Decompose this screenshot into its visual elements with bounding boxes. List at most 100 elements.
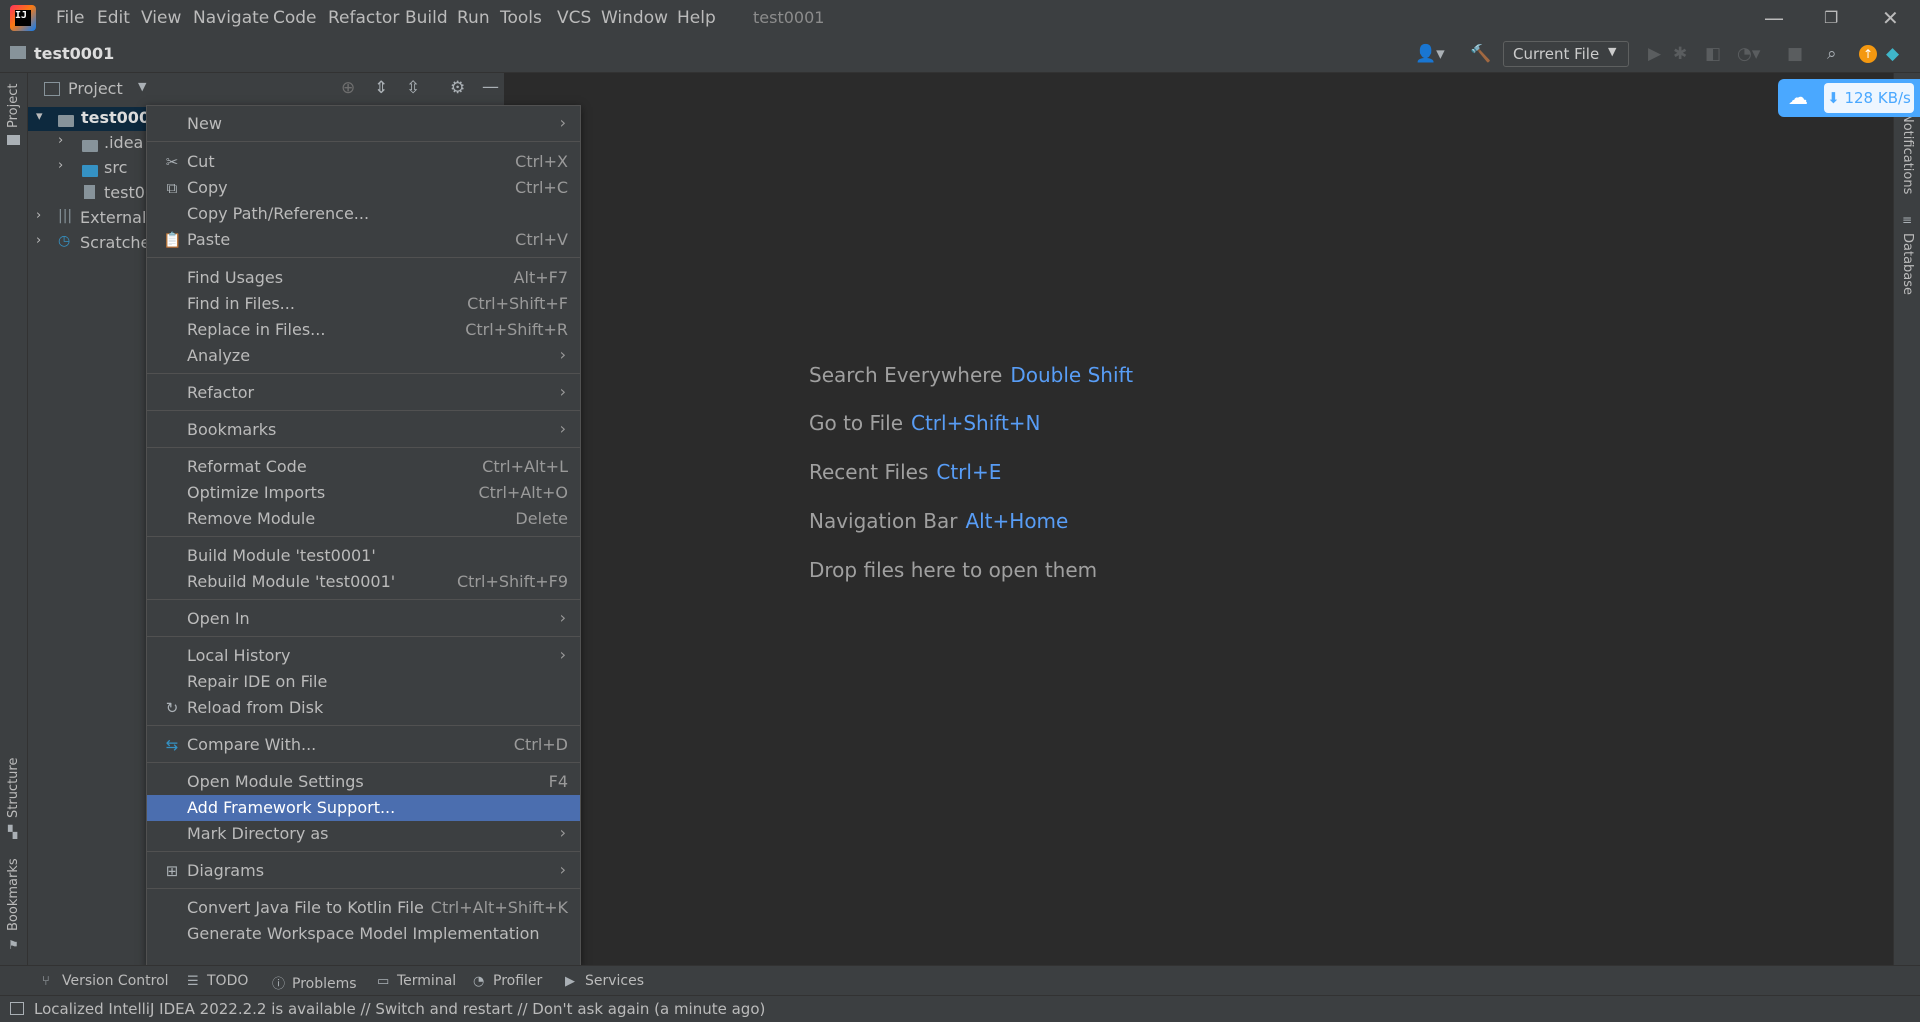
menu-item-analyze[interactable]: Analyze › [147, 343, 580, 369]
copy-icon: ⧉ [166, 179, 178, 197]
menu-navigate[interactable]: Navigate [193, 8, 269, 28]
user-icon[interactable]: 👤▾ [1415, 44, 1445, 64]
menu-item-remove-module[interactable]: Remove Module Delete [147, 506, 580, 532]
folder-icon [82, 139, 98, 152]
jetbrains-space-icon[interactable]: ◆ [1886, 44, 1899, 64]
tree-item-scratches[interactable]: › ◷ Scratches [28, 232, 159, 256]
chevron-right-icon: › [58, 133, 64, 148]
menu-item-diagrams[interactable]: ⊞ Diagrams › [147, 858, 580, 884]
menu-item-generate-workspace-model[interactable]: Generate Workspace Model Implementation [147, 921, 580, 947]
menu-refactor[interactable]: Refactor [328, 8, 399, 28]
menu-item-find-in-files[interactable]: Find in Files... Ctrl+Shift+F [147, 291, 580, 317]
structure-tool-tab[interactable]: Structure [6, 758, 21, 818]
menu-item-new[interactable]: New › [147, 111, 580, 137]
diagram-icon: ⊞ [165, 862, 179, 880]
library-icon: ||| [58, 208, 73, 224]
database-tool-tab[interactable]: Database [1900, 233, 1915, 295]
menu-item-copy[interactable]: ⧉ Copy Ctrl+C [147, 175, 580, 201]
search-icon[interactable]: ⌕ [1827, 44, 1837, 64]
iml-file-icon [84, 185, 95, 199]
download-speed-value: 128 KB/s [1844, 89, 1911, 107]
menu-item-open-module-settings[interactable]: Open Module Settings F4 [147, 769, 580, 795]
minimize-icon[interactable]: — [1764, 6, 1784, 30]
bookmarks-tool-tab[interactable]: Bookmarks [6, 858, 21, 931]
project-tool-tab[interactable]: Project [6, 84, 21, 128]
menu-item-build-module[interactable]: Build Module 'test0001' [147, 543, 580, 569]
menu-item-paste[interactable]: 📋 Paste Ctrl+V [147, 227, 580, 253]
menu-item-repair-ide[interactable]: Repair IDE on File [147, 669, 580, 695]
menu-tools[interactable]: Tools [500, 8, 542, 28]
menu-build[interactable]: Build [405, 8, 448, 28]
build-hammer-icon[interactable]: 🔨 [1470, 44, 1491, 64]
menu-code[interactable]: Code [273, 8, 317, 28]
coverage-icon[interactable]: ◧ [1705, 44, 1721, 64]
submenu-arrow-icon: › [559, 823, 566, 842]
project-panel-title[interactable]: Project [68, 79, 123, 98]
menu-window[interactable]: Window [601, 8, 668, 28]
download-speed-badge[interactable]: ☁ ⬇ 128 KB/s [1778, 79, 1920, 117]
gear-icon[interactable]: ⚙ [450, 78, 465, 98]
profiler-icon: ◔ [473, 974, 485, 989]
status-message[interactable]: Localized IntelliJ IDEA 2022.2.2 is avai… [34, 1000, 765, 1018]
menu-item-cut[interactable]: ✂ Cut Ctrl+X [147, 149, 580, 175]
menu-run[interactable]: Run [457, 8, 490, 28]
update-icon[interactable]: ↑ [1859, 45, 1877, 63]
status-toggle-icon[interactable] [10, 1002, 24, 1015]
notifications-tool-tab[interactable]: Notifications [1900, 113, 1915, 194]
menu-view[interactable]: View [141, 8, 181, 28]
debug-icon[interactable]: ✱ [1673, 44, 1687, 64]
tree-item-external-libraries[interactable]: › ||| External L [28, 207, 160, 231]
project-panel-header: Project ▼ ⊕ ⇕ ⇳ ⚙ — [28, 73, 504, 105]
submenu-arrow-icon: › [559, 419, 566, 438]
window-title: test0001 [753, 8, 825, 27]
tab-profiler[interactable]: ◔ Profiler [473, 973, 542, 989]
tree-item-src[interactable]: › src [28, 157, 148, 181]
tab-todo[interactable]: ☰ TODO [187, 973, 248, 989]
tab-version-control[interactable]: ⑂ Version Control [42, 973, 169, 989]
status-bar: Localized IntelliJ IDEA 2022.2.2 is avai… [0, 995, 1920, 1022]
menu-item-reload-from-disk[interactable]: ↻ Reload from Disk [147, 695, 580, 721]
menu-item-mark-directory-as[interactable]: Mark Directory as › [147, 821, 580, 847]
expand-all-icon[interactable]: ⇕ [374, 78, 388, 98]
menu-item-open-in[interactable]: Open In › [147, 606, 580, 632]
run-config-dropdown[interactable]: Current File ▼ [1503, 41, 1629, 67]
menu-item-find-usages[interactable]: Find Usages Alt+F7 [147, 265, 580, 291]
menu-item-refactor[interactable]: Refactor › [147, 380, 580, 406]
locate-file-icon[interactable]: ⊕ [341, 78, 355, 98]
profile-icon[interactable]: ◔▾ [1737, 44, 1760, 64]
menu-item-reformat-code[interactable]: Reformat Code Ctrl+Alt+L [147, 454, 580, 480]
project-view-chevron-icon[interactable]: ▼ [138, 80, 146, 93]
menu-item-optimize-imports[interactable]: Optimize Imports Ctrl+Alt+O [147, 480, 580, 506]
menu-item-replace-in-files[interactable]: Replace in Files... Ctrl+Shift+R [147, 317, 580, 343]
menu-file[interactable]: File [56, 8, 84, 28]
run-icon[interactable]: ▶ [1648, 44, 1661, 64]
hint-navigation-bar: Navigation Bar Alt+Home [809, 509, 1068, 533]
menu-item-convert-to-kotlin[interactable]: Convert Java File to Kotlin File Ctrl+Alt… [147, 895, 580, 921]
menu-vcs[interactable]: VCS [557, 8, 591, 28]
tree-item-iml[interactable]: test00 [28, 182, 155, 206]
right-tool-stripe: Notifications ≡ Database [1893, 73, 1920, 965]
stop-icon[interactable]: ■ [1787, 44, 1803, 64]
menu-edit[interactable]: Edit [97, 8, 130, 28]
collapse-all-icon[interactable]: ⇳ [406, 78, 420, 98]
menu-item-local-history[interactable]: Local History › [147, 643, 580, 669]
menu-item-bookmarks[interactable]: Bookmarks › [147, 417, 580, 443]
restore-icon[interactable]: ❐ [1824, 8, 1838, 27]
hide-panel-icon[interactable]: — [482, 77, 499, 97]
breadcrumb-project[interactable]: test0001 [34, 44, 114, 63]
tree-item-idea[interactable]: › .idea [28, 132, 148, 156]
menu-item-copy-path[interactable]: Copy Path/Reference... [147, 201, 580, 227]
menu-separator [147, 599, 580, 600]
tree-item-root[interactable]: ▾ test0001 [28, 107, 161, 131]
tab-problems[interactable]: ⓘ Problems [272, 973, 357, 992]
tab-terminal[interactable]: ▭ Terminal [377, 973, 456, 989]
menu-item-rebuild-module[interactable]: Rebuild Module 'test0001' Ctrl+Shift+F9 [147, 569, 580, 595]
menu-help[interactable]: Help [677, 8, 716, 28]
tab-services[interactable]: ▶ Services [565, 973, 644, 989]
context-menu: New › ✂ Cut Ctrl+X ⧉ Copy Ctrl+C Copy Path/Re… [146, 105, 581, 967]
menu-separator [147, 888, 580, 889]
menu-item-add-framework-support[interactable]: Add Framework Support... [147, 795, 580, 821]
menu-item-compare-with[interactable]: ⇆ Compare With... Ctrl+D [147, 732, 580, 758]
intellij-logo-icon: IJ [10, 5, 36, 31]
close-icon[interactable]: ✕ [1882, 6, 1899, 30]
